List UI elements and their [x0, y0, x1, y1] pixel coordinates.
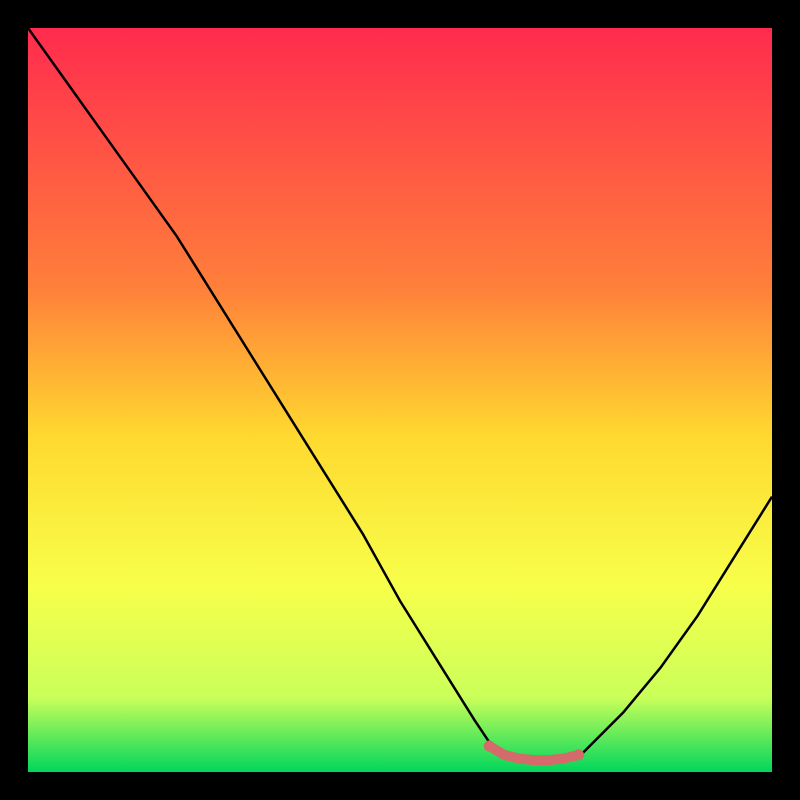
- plot-area: [28, 28, 772, 772]
- optimal-dot-right: [573, 749, 584, 760]
- bottleneck-curve: [28, 28, 772, 762]
- optimal-dot-left: [484, 740, 495, 751]
- optimal-zone-curve: [489, 746, 578, 760]
- chart-frame: [0, 0, 800, 800]
- chart-curves: [28, 28, 772, 772]
